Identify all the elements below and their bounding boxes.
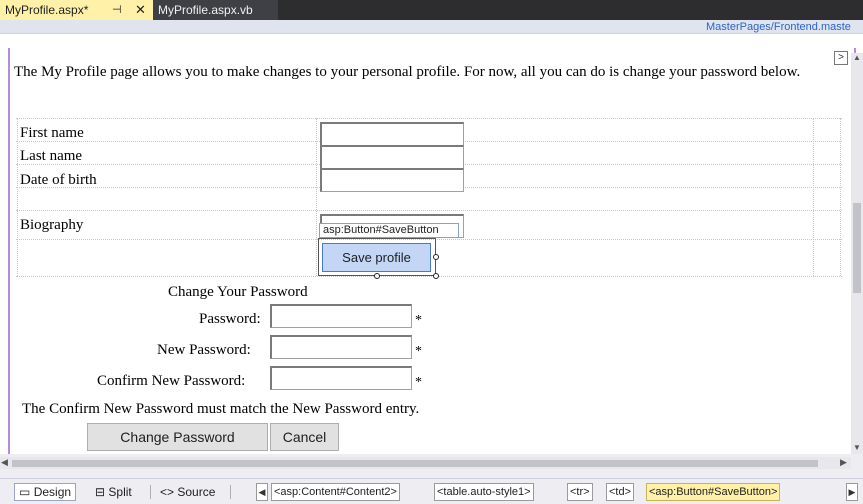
tab-label: MyProfile.aspx.vb xyxy=(158,3,253,17)
password-required-marker: * xyxy=(415,313,422,328)
scroll-left-icon[interactable]: ◀ xyxy=(1,457,8,468)
first-name-label: First name xyxy=(20,125,84,141)
new-password-input[interactable] xyxy=(270,335,412,359)
confirm-password-input[interactable] xyxy=(270,366,412,390)
last-name-input[interactable] xyxy=(320,145,464,169)
source-icon: <> xyxy=(160,485,175,499)
breadcrumb-forward-icon[interactable]: ▶ xyxy=(846,483,858,501)
intro-text: The My Profile page allows you to make c… xyxy=(14,64,801,80)
tab-label: MyProfile.aspx* xyxy=(5,3,89,17)
date-of-birth-label: Date of birth xyxy=(20,172,97,188)
master-page-bar: MasterPages/Frontend.maste xyxy=(0,20,863,34)
change-password-heading: Change Your Password xyxy=(168,284,308,300)
view-selector-bar: ▭ Design ⊟ Split <> Source ◀ <asp:Conten… xyxy=(0,478,863,504)
expand-smart-tag-icon[interactable]: > xyxy=(834,51,848,65)
element-tag-tooltip: asp:Button#SaveButton xyxy=(319,223,459,238)
table-border xyxy=(16,118,842,119)
new-password-label: New Password: xyxy=(157,342,251,358)
document-tab-strip: MyProfile.aspx* ⊣ ✕ MyProfile.aspx.vb xyxy=(0,0,863,20)
table-border xyxy=(813,118,814,276)
close-icon[interactable]: ✕ xyxy=(135,0,146,20)
breadcrumb-content2[interactable]: <asp:Content#Content2> xyxy=(271,483,400,501)
breadcrumb-td[interactable]: <td> xyxy=(606,483,635,501)
source-view-button[interactable]: <> Source xyxy=(160,484,215,500)
source-label: Source xyxy=(177,485,216,499)
vertical-scrollbar[interactable]: ▲ ▼ xyxy=(851,53,863,454)
separator xyxy=(150,485,151,499)
password-input[interactable] xyxy=(270,304,412,328)
table-border xyxy=(316,118,317,276)
resize-handle-corner[interactable] xyxy=(433,273,439,279)
design-icon: ▭ xyxy=(19,485,31,499)
breadcrumb-savebutton[interactable]: <asp:Button#SaveButton> xyxy=(646,483,781,501)
scroll-right-icon[interactable]: ▶ xyxy=(840,457,847,468)
separator xyxy=(230,485,231,499)
tab-myprofile-aspx-vb[interactable]: MyProfile.aspx.vb xyxy=(153,0,278,20)
table-border xyxy=(840,118,841,276)
resize-handle-right[interactable] xyxy=(433,254,439,260)
password-label: Password: xyxy=(199,311,261,327)
table-border xyxy=(16,210,842,211)
confirm-password-required-marker: * xyxy=(415,375,422,390)
table-border xyxy=(16,276,842,277)
confirm-password-label: Confirm New Password: xyxy=(97,373,246,389)
new-password-required-marker: * xyxy=(415,344,422,359)
save-profile-button[interactable]: Save profile xyxy=(322,243,431,272)
first-name-input[interactable] xyxy=(320,122,464,146)
breadcrumb-table[interactable]: <table.auto-style1> xyxy=(434,483,534,501)
split-icon: ⊟ xyxy=(95,485,106,499)
pin-icon[interactable]: ⊣ xyxy=(112,0,122,20)
change-password-button[interactable]: Change Password xyxy=(87,423,268,451)
biography-label: Biography xyxy=(20,217,84,233)
scroll-down-icon[interactable]: ▼ xyxy=(853,443,861,452)
date-of-birth-input[interactable] xyxy=(320,168,464,192)
last-name-label: Last name xyxy=(20,148,83,164)
breadcrumb-tr[interactable]: <tr> xyxy=(567,483,593,501)
master-page-link[interactable]: MasterPages/Frontend.maste xyxy=(706,20,851,34)
resize-handle-bottom[interactable] xyxy=(374,273,380,279)
table-border xyxy=(17,118,18,276)
scroll-up-icon[interactable]: ▲ xyxy=(853,53,861,62)
cancel-button[interactable]: Cancel xyxy=(270,423,339,451)
scroll-thumb[interactable] xyxy=(853,203,861,293)
breadcrumb-back-icon[interactable]: ◀ xyxy=(256,483,268,501)
split-view-button[interactable]: ⊟ Split xyxy=(95,484,132,500)
design-view-button[interactable]: ▭ Design xyxy=(14,483,77,501)
design-label: Design xyxy=(33,485,72,499)
compare-validator-message: The Confirm New Password must match the … xyxy=(22,401,420,417)
tab-myprofile-aspx[interactable]: MyProfile.aspx* ⊣ ✕ xyxy=(0,0,153,20)
split-label: Split xyxy=(108,485,132,499)
scroll-thumb[interactable] xyxy=(12,460,818,467)
horizontal-scrollbar[interactable]: ◀ ▶ xyxy=(0,457,851,469)
